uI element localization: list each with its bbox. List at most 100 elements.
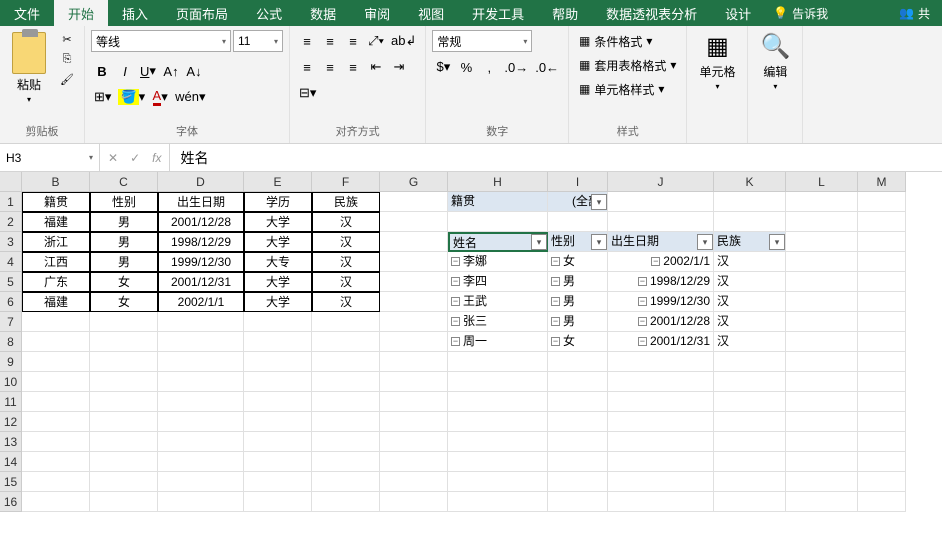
cell[interactable]: −周一 — [448, 332, 548, 352]
col-header-F[interactable]: F — [312, 172, 380, 192]
cell[interactable]: 出生日期 — [158, 192, 244, 212]
cell[interactable] — [448, 212, 548, 232]
cell[interactable] — [714, 372, 786, 392]
collapse-icon[interactable]: − — [451, 277, 460, 286]
phonetic-button[interactable]: wén▾ — [172, 86, 208, 108]
cell[interactable]: −张三 — [448, 312, 548, 332]
cell[interactable] — [786, 432, 858, 452]
cell[interactable] — [22, 372, 90, 392]
cell[interactable] — [90, 432, 158, 452]
collapse-icon[interactable]: − — [451, 317, 460, 326]
cell[interactable] — [714, 192, 786, 212]
cell[interactable] — [312, 472, 380, 492]
cell[interactable] — [786, 472, 858, 492]
row-header-6[interactable]: 6 — [0, 292, 22, 312]
format-painter-button[interactable]: 🖌 — [56, 70, 78, 88]
collapse-icon[interactable]: − — [551, 257, 560, 266]
cell[interactable]: 学历 — [244, 192, 312, 212]
name-box[interactable]: H3▾ — [0, 144, 100, 171]
pivot-filter-dropdown[interactable]: ▾ — [591, 194, 607, 210]
cell[interactable] — [158, 492, 244, 512]
cell[interactable] — [380, 212, 448, 232]
cell[interactable] — [244, 492, 312, 512]
cell[interactable] — [158, 352, 244, 372]
cell[interactable] — [22, 432, 90, 452]
cells-button[interactable]: ▦ 单元格▾ — [693, 30, 741, 93]
cell[interactable] — [90, 372, 158, 392]
cell[interactable] — [714, 412, 786, 432]
cell[interactable] — [448, 392, 548, 412]
cell[interactable]: −李娜 — [448, 252, 548, 272]
row-header-2[interactable]: 2 — [0, 212, 22, 232]
cell[interactable] — [548, 212, 608, 232]
row-header-5[interactable]: 5 — [0, 272, 22, 292]
cell[interactable] — [380, 432, 448, 452]
tell-me[interactable]: 💡告诉我 — [773, 5, 828, 22]
cell[interactable] — [448, 452, 548, 472]
cell[interactable]: 女 — [90, 292, 158, 312]
decrease-decimal-button[interactable]: .0← — [532, 56, 562, 78]
cell[interactable] — [608, 212, 714, 232]
cell[interactable] — [786, 412, 858, 432]
cell[interactable] — [608, 452, 714, 472]
cell[interactable] — [858, 492, 906, 512]
cell[interactable] — [548, 372, 608, 392]
cut-button[interactable]: ✂ — [56, 30, 78, 48]
row-header-12[interactable]: 12 — [0, 412, 22, 432]
cell[interactable] — [858, 372, 906, 392]
cell[interactable] — [448, 492, 548, 512]
tab-home[interactable]: 开始 — [54, 0, 108, 26]
cell[interactable]: −2002/1/1 — [608, 252, 714, 272]
cell[interactable] — [548, 472, 608, 492]
pivot-field-dropdown[interactable]: ▾ — [591, 234, 607, 250]
underline-button[interactable]: U▾ — [137, 60, 159, 82]
cell[interactable]: 汉 — [714, 312, 786, 332]
cell[interactable] — [158, 392, 244, 412]
row-header-3[interactable]: 3 — [0, 232, 22, 252]
cell[interactable] — [312, 312, 380, 332]
col-header-B[interactable]: B — [22, 172, 90, 192]
cell[interactable]: 江西 — [22, 252, 90, 272]
collapse-icon[interactable]: − — [638, 317, 647, 326]
cell[interactable]: 浙江 — [22, 232, 90, 252]
cell[interactable]: −男 — [548, 292, 608, 312]
cell[interactable] — [312, 392, 380, 412]
row-header-8[interactable]: 8 — [0, 332, 22, 352]
align-left-button[interactable]: ≡ — [296, 56, 318, 78]
worksheet[interactable]: BCDEFGHIJKLM 12345678910111213141516 籍贯性… — [0, 172, 942, 552]
cell[interactable]: 汉 — [714, 272, 786, 292]
cell[interactable] — [786, 272, 858, 292]
cell[interactable]: 汉 — [312, 232, 380, 252]
format-as-table-button[interactable]: ▦套用表格格式▾ — [575, 54, 680, 76]
cell[interactable] — [608, 412, 714, 432]
paste-button[interactable]: 粘贴▾ — [6, 30, 52, 106]
cell[interactable] — [312, 332, 380, 352]
cell[interactable] — [608, 492, 714, 512]
percent-button[interactable]: % — [455, 56, 477, 78]
cell[interactable] — [858, 192, 906, 212]
align-top-button[interactable]: ≡ — [296, 30, 318, 52]
collapse-icon[interactable]: − — [551, 317, 560, 326]
col-header-E[interactable]: E — [244, 172, 312, 192]
collapse-icon[interactable]: − — [451, 257, 460, 266]
cell[interactable] — [312, 492, 380, 512]
cell[interactable] — [158, 312, 244, 332]
cell[interactable]: 籍贯 — [22, 192, 90, 212]
cell[interactable] — [380, 392, 448, 412]
cell[interactable]: 汉 — [714, 292, 786, 312]
decrease-indent-button[interactable]: ⇤ — [365, 56, 387, 78]
cell[interactable]: 大专 — [244, 252, 312, 272]
cell[interactable] — [380, 372, 448, 392]
cell[interactable]: 汉 — [312, 292, 380, 312]
cell[interactable]: −男 — [548, 272, 608, 292]
cell[interactable] — [22, 452, 90, 472]
cell[interactable] — [714, 492, 786, 512]
cell[interactable] — [448, 412, 548, 432]
tab-pivot[interactable]: 数据透视表分析 — [592, 0, 711, 26]
cell[interactable] — [90, 412, 158, 432]
row-header-4[interactable]: 4 — [0, 252, 22, 272]
merge-button[interactable]: ⊟▾ — [296, 82, 319, 104]
font-color-button[interactable]: A▾ — [149, 86, 171, 108]
cell[interactable] — [608, 392, 714, 412]
cell[interactable] — [608, 192, 714, 212]
